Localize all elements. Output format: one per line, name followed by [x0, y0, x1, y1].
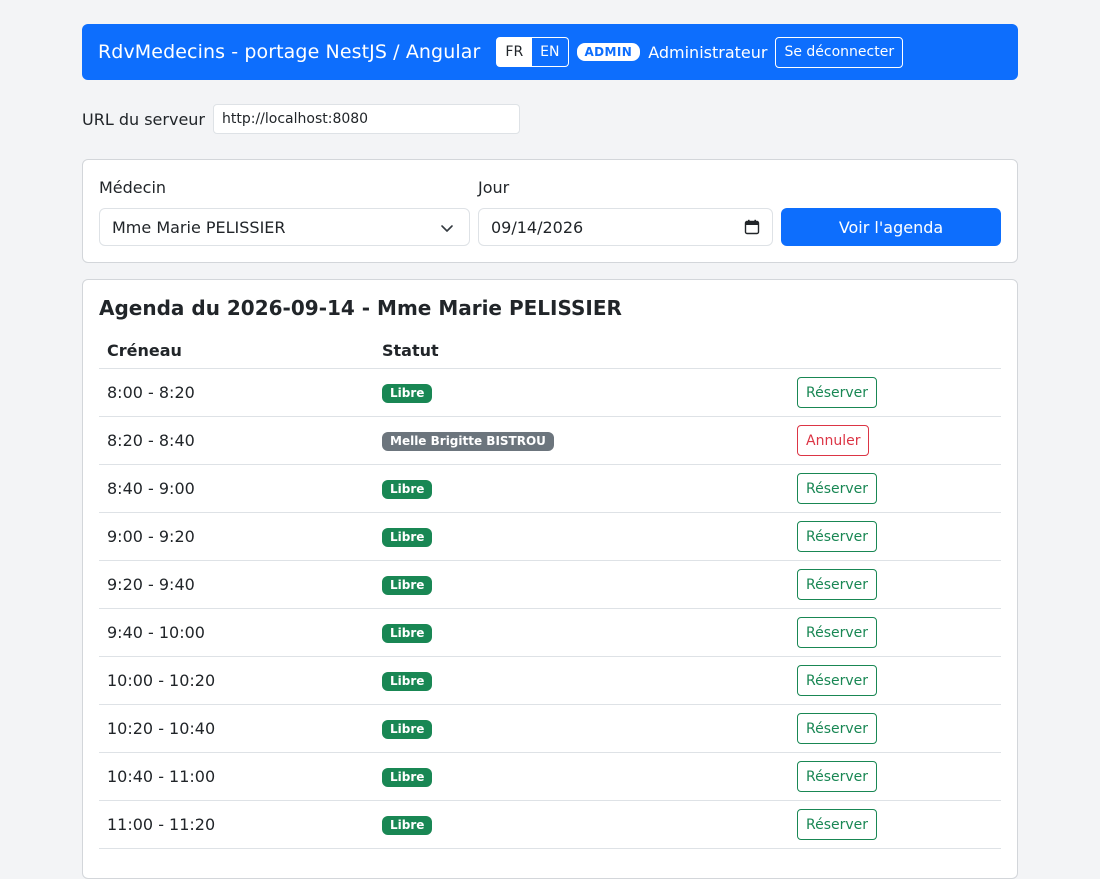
slot-time: 10:40 - 11:00: [99, 752, 374, 801]
status-badge: Libre: [382, 576, 433, 595]
column-header-slot: Créneau: [99, 332, 374, 369]
status-badge: Libre: [382, 624, 433, 643]
status-badge: Libre: [382, 720, 433, 739]
status-badge: Libre: [382, 816, 433, 835]
calendar-icon[interactable]: [744, 219, 760, 235]
column-header-actions: [789, 332, 1001, 369]
day-date-input[interactable]: 09/14/2026: [478, 208, 773, 246]
agenda-form-card: Médecin Jour Mme Marie PELISSIER 09/14/2…: [82, 159, 1018, 263]
reserve-button[interactable]: Réserver: [797, 665, 877, 696]
language-switcher: FR EN: [496, 37, 569, 67]
column-header-status: Statut: [374, 332, 789, 369]
status-badge: Melle Brigitte BISTROU: [382, 432, 554, 451]
cancel-button[interactable]: Annuler: [797, 425, 869, 456]
status-badge: Libre: [382, 768, 433, 787]
user-name: Administrateur: [648, 42, 768, 62]
reserve-button[interactable]: Réserver: [797, 761, 877, 792]
day-label: Jour: [478, 178, 510, 197]
role-badge: ADMIN: [576, 43, 641, 61]
slot-time: 8:40 - 9:00: [99, 464, 374, 513]
slot-time: 8:20 - 8:40: [99, 416, 374, 465]
doctor-select-value: Mme Marie PELISSIER: [112, 217, 286, 237]
slot-time: 9:40 - 10:00: [99, 608, 374, 657]
doctor-label: Médecin: [99, 178, 167, 197]
status-badge: Libre: [382, 528, 433, 547]
slot-time: 11:00 - 11:20: [99, 800, 374, 849]
status-badge: Libre: [382, 480, 433, 499]
logout-button[interactable]: Se déconnecter: [775, 36, 904, 68]
reserve-button[interactable]: Réserver: [797, 473, 877, 504]
slot-time: 9:20 - 9:40: [99, 560, 374, 609]
slot-time: 8:00 - 8:20: [99, 368, 374, 417]
table-row: 9:00 - 9:20 Libre Réserver: [99, 512, 1001, 561]
app-container: RdvMedecins - portage NestJS / Angular F…: [82, 24, 1018, 879]
slot-time: 10:20 - 10:40: [99, 704, 374, 753]
app-brand[interactable]: RdvMedecins - portage NestJS / Angular: [98, 41, 480, 63]
server-url-label: URL du serveur: [82, 109, 205, 129]
slot-time: 10:00 - 10:20: [99, 656, 374, 705]
reserve-button[interactable]: Réserver: [797, 809, 877, 840]
view-agenda-button[interactable]: Voir l'agenda: [781, 208, 1001, 246]
table-row: 10:40 - 11:00 Libre Réserver: [99, 752, 1001, 801]
slot-time: 9:00 - 9:20: [99, 512, 374, 561]
reserve-button[interactable]: Réserver: [797, 713, 877, 744]
lang-fr-button[interactable]: FR: [496, 37, 533, 67]
chevron-down-icon: [441, 225, 453, 232]
table-row: 9:40 - 10:00 Libre Réserver: [99, 608, 1001, 657]
reserve-button[interactable]: Réserver: [797, 569, 877, 600]
agenda-card: Agenda du 2026-09-14 - Mme Marie PELISSI…: [82, 279, 1018, 879]
table-row: 8:40 - 9:00 Libre Réserver: [99, 464, 1001, 513]
table-row: 11:00 - 11:20 Libre Réserver: [99, 800, 1001, 849]
server-url-input[interactable]: [213, 104, 520, 134]
server-url-row: URL du serveur: [82, 104, 1018, 134]
table-row: 10:20 - 10:40 Libre Réserver: [99, 704, 1001, 753]
doctor-select[interactable]: Mme Marie PELISSIER: [99, 208, 470, 246]
table-row: 10:00 - 10:20 Libre Réserver: [99, 656, 1001, 705]
agenda-title: Agenda du 2026-09-14 - Mme Marie PELISSI…: [99, 296, 622, 320]
reserve-button[interactable]: Réserver: [797, 377, 877, 408]
agenda-rows: 8:00 - 8:20 Libre Réserver 8:20 - 8:40 M…: [99, 368, 1001, 849]
agenda-table: Créneau Statut 8:00 - 8:20 Libre Réserve…: [99, 332, 1001, 849]
table-row: 8:20 - 8:40 Melle Brigitte BISTROU Annul…: [99, 416, 1001, 465]
day-date-value: 09/14/2026: [491, 217, 584, 237]
lang-en-button[interactable]: EN: [532, 37, 569, 67]
navbar: RdvMedecins - portage NestJS / Angular F…: [82, 24, 1018, 80]
agenda-header-row: Créneau Statut: [99, 332, 1001, 369]
status-badge: Libre: [382, 672, 433, 691]
reserve-button[interactable]: Réserver: [797, 617, 877, 648]
table-row: 9:20 - 9:40 Libre Réserver: [99, 560, 1001, 609]
table-row: 8:00 - 8:20 Libre Réserver: [99, 368, 1001, 417]
status-badge: Libre: [382, 384, 433, 403]
reserve-button[interactable]: Réserver: [797, 521, 877, 552]
